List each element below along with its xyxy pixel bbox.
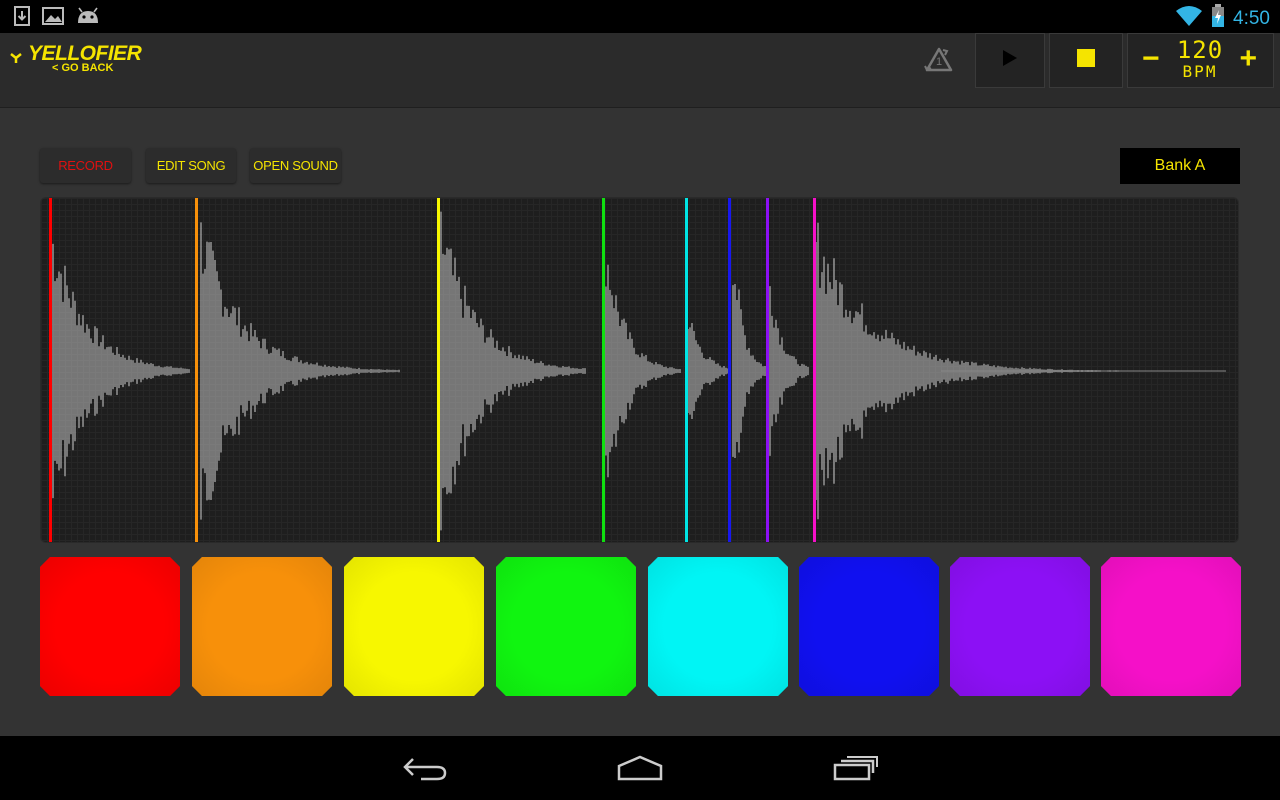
android-icon bbox=[76, 7, 100, 30]
stop-icon bbox=[1077, 49, 1095, 72]
edit-song-button[interactable]: EDIT SONG bbox=[146, 148, 236, 183]
bpm-value: 120 bbox=[1176, 36, 1224, 64]
pad-red[interactable] bbox=[40, 557, 180, 696]
marker-orange[interactable] bbox=[195, 198, 198, 543]
logo-icon bbox=[10, 51, 22, 69]
bpm-increase-button[interactable]: + bbox=[1239, 44, 1257, 74]
app-header: YELLOFIER < GO BACK 1 − 120 BPM + bbox=[0, 33, 1280, 108]
home-icon bbox=[616, 755, 664, 786]
bpm-decrease-button[interactable]: − bbox=[1142, 44, 1160, 74]
pad-green[interactable] bbox=[496, 557, 636, 696]
back-arrow-icon bbox=[401, 755, 447, 786]
open-sound-button[interactable]: OPEN SOUND bbox=[250, 148, 341, 183]
marker-magenta[interactable] bbox=[813, 198, 816, 543]
wifi-icon bbox=[1175, 5, 1203, 32]
image-icon bbox=[42, 7, 64, 30]
download-icon bbox=[14, 6, 30, 31]
marker-yellow[interactable] bbox=[437, 198, 440, 543]
status-time: 4:50 bbox=[1233, 7, 1270, 29]
play-icon bbox=[1001, 49, 1019, 72]
waveform-graphic bbox=[49, 198, 1226, 543]
loop-count-button[interactable]: 1 bbox=[906, 33, 972, 88]
pad-magenta[interactable] bbox=[1101, 557, 1241, 696]
marker-purple[interactable] bbox=[766, 198, 769, 543]
battery-charging-icon bbox=[1211, 4, 1225, 33]
pad-purple[interactable] bbox=[950, 557, 1090, 696]
slice-markers bbox=[49, 198, 816, 543]
marker-cyan[interactable] bbox=[685, 198, 688, 543]
marker-blue[interactable] bbox=[728, 198, 731, 543]
stop-button[interactable] bbox=[1049, 33, 1123, 88]
bpm-control: − 120 BPM + bbox=[1127, 33, 1274, 88]
play-button[interactable] bbox=[975, 33, 1045, 88]
waveform-view[interactable] bbox=[40, 197, 1239, 543]
recycle-icon: 1 bbox=[923, 46, 955, 76]
loop-count: 1 bbox=[936, 55, 943, 68]
status-bar: 4:50 bbox=[0, 0, 1280, 33]
pad-blue[interactable] bbox=[799, 557, 939, 696]
pad-cyan[interactable] bbox=[648, 557, 788, 696]
back-nav-button[interactable] bbox=[394, 750, 454, 790]
recents-icon bbox=[833, 755, 879, 786]
navigation-bar bbox=[0, 736, 1280, 800]
bank-selector[interactable]: Bank A bbox=[1120, 148, 1240, 184]
pad-orange[interactable] bbox=[192, 557, 332, 696]
app-main: YELLOFIER < GO BACK 1 − 120 BPM + RECORD… bbox=[0, 33, 1280, 736]
recents-nav-button[interactable] bbox=[826, 750, 886, 790]
logo[interactable]: YELLOFIER < GO BACK bbox=[10, 43, 142, 74]
marker-red[interactable] bbox=[49, 198, 52, 543]
record-button[interactable]: RECORD bbox=[40, 148, 131, 183]
pad-yellow[interactable] bbox=[344, 557, 484, 696]
waveform-samples bbox=[50, 211, 1226, 531]
bpm-unit: BPM bbox=[1182, 62, 1218, 81]
home-nav-button[interactable] bbox=[610, 750, 670, 790]
marker-green[interactable] bbox=[602, 198, 605, 543]
